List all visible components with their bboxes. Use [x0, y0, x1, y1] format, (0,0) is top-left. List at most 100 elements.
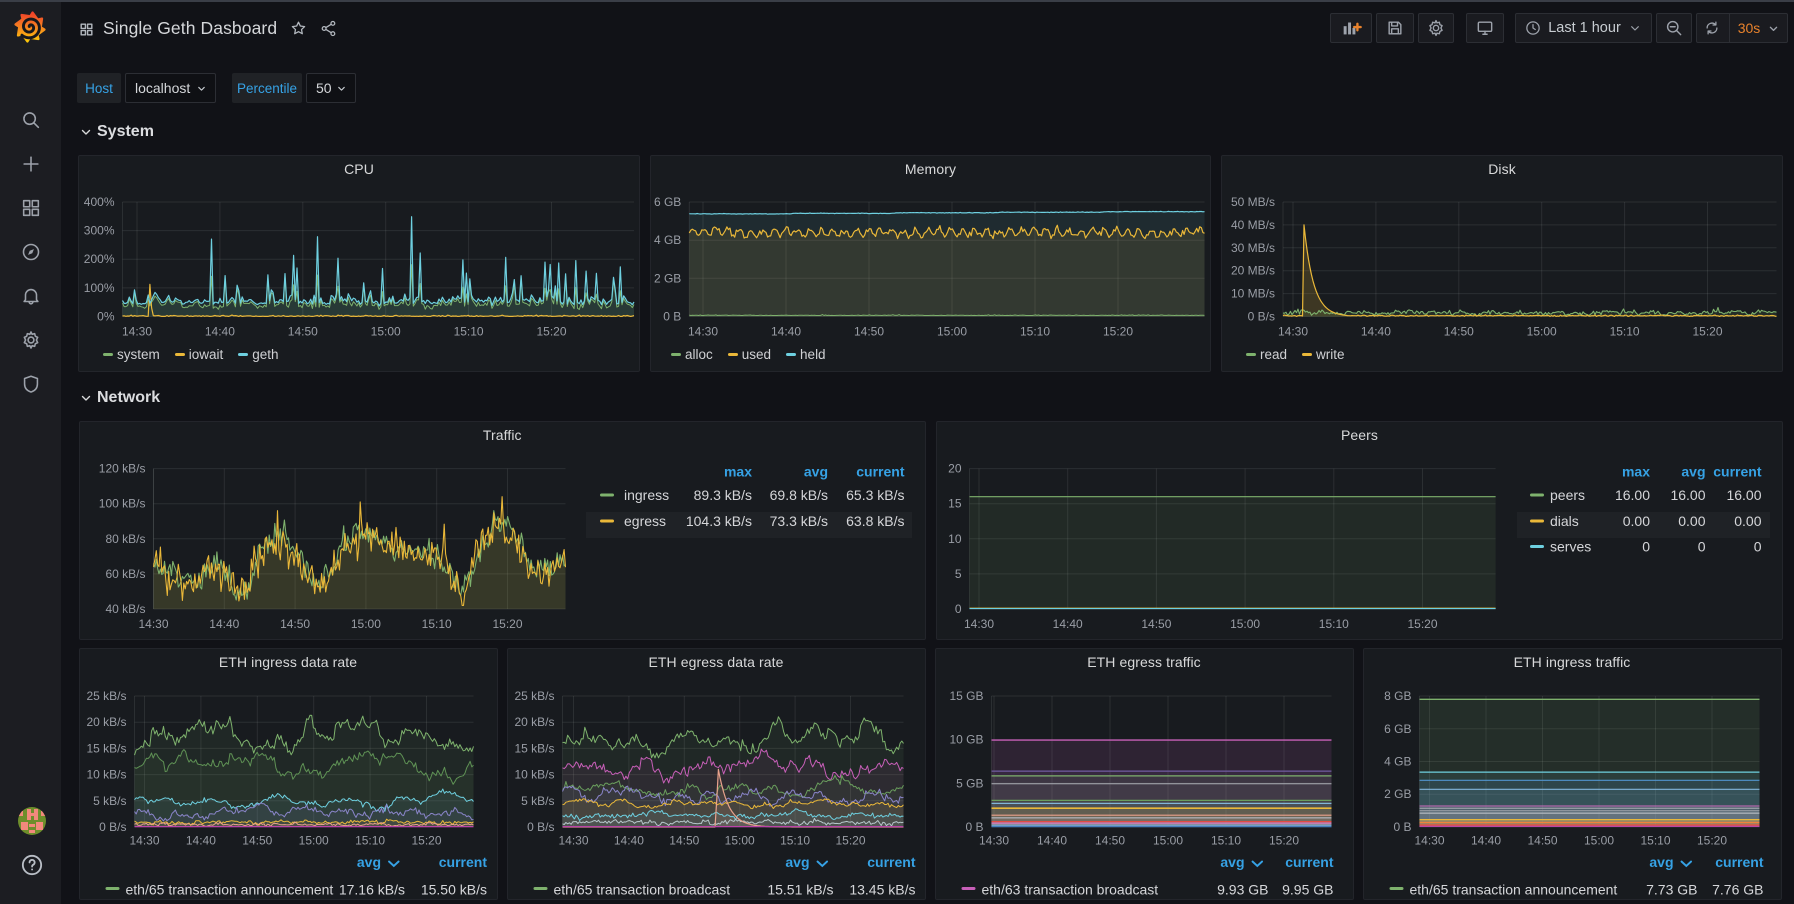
svg-text:14:30: 14:30: [138, 617, 168, 631]
svg-text:15:10: 15:10: [355, 834, 385, 848]
svg-text:300%: 300%: [84, 224, 115, 238]
svg-text:0 B/s: 0 B/s: [99, 820, 126, 834]
svg-text:egress: egress: [624, 513, 666, 529]
svg-text:0.00: 0.00: [1623, 513, 1650, 529]
svg-text:14:40: 14:40: [771, 325, 801, 339]
svg-text:7.73 GB: 7.73 GB: [1646, 882, 1697, 898]
svg-text:9.93 GB: 9.93 GB: [1217, 882, 1268, 898]
svg-text:current: current: [1715, 854, 1764, 870]
svg-text:2 GB: 2 GB: [654, 271, 681, 285]
svg-text:5 GB: 5 GB: [956, 776, 983, 790]
svg-text:14:50: 14:50: [280, 617, 310, 631]
svg-text:15:00: 15:00: [350, 617, 380, 631]
svg-text:100%: 100%: [84, 281, 115, 295]
svg-text:20 kB/s: 20 kB/s: [86, 715, 126, 729]
svg-text:0: 0: [1642, 539, 1650, 555]
svg-text:eth/65 transaction announcemen: eth/65 transaction announcement: [125, 882, 333, 898]
svg-text:14:50: 14:50: [1444, 325, 1474, 339]
svg-text:eth/63 transaction broadcast: eth/63 transaction broadcast: [981, 882, 1158, 898]
svg-text:15:20: 15:20: [536, 325, 566, 339]
svg-text:0.00: 0.00: [1734, 513, 1761, 529]
svg-text:0%: 0%: [97, 310, 115, 324]
svg-text:7.76 GB: 7.76 GB: [1712, 882, 1763, 898]
svg-text:14:30: 14:30: [1414, 834, 1444, 848]
svg-text:15:00: 15:00: [1527, 325, 1557, 339]
svg-text:14:40: 14:40: [205, 325, 235, 339]
svg-text:15:10: 15:10: [780, 834, 810, 848]
svg-text:10 GB: 10 GB: [949, 733, 983, 747]
svg-text:14:30: 14:30: [122, 325, 152, 339]
svg-text:max: max: [1622, 464, 1650, 480]
svg-text:14:40: 14:40: [209, 617, 239, 631]
svg-text:eth/65 transaction broadcast: eth/65 transaction broadcast: [553, 882, 730, 898]
svg-text:15:20: 15:20: [1407, 617, 1437, 631]
svg-text:15.50 kB/s: 15.50 kB/s: [420, 882, 486, 898]
svg-text:current: current: [1713, 464, 1762, 480]
svg-text:14:30: 14:30: [1278, 325, 1308, 339]
svg-text:15:10: 15:10: [421, 617, 451, 631]
svg-text:14:40: 14:40: [1470, 834, 1500, 848]
svg-text:15:00: 15:00: [1583, 834, 1613, 848]
svg-text:15:20: 15:20: [411, 834, 441, 848]
svg-text:0: 0: [1698, 539, 1706, 555]
svg-text:15: 15: [948, 497, 962, 511]
svg-text:30 MB/s: 30 MB/s: [1231, 241, 1275, 255]
svg-text:120 kB/s: 120 kB/s: [98, 462, 145, 476]
svg-text:16.00: 16.00: [1615, 487, 1650, 503]
svg-text:14:30: 14:30: [978, 834, 1008, 848]
svg-text:14:50: 14:50: [1527, 834, 1557, 848]
svg-text:avg: avg: [1220, 854, 1244, 870]
svg-text:10: 10: [948, 532, 962, 546]
svg-text:15:10: 15:10: [1610, 325, 1640, 339]
svg-text:25 kB/s: 25 kB/s: [514, 689, 554, 703]
svg-text:17.16 kB/s: 17.16 kB/s: [338, 882, 404, 898]
svg-text:60 kB/s: 60 kB/s: [105, 567, 145, 581]
svg-text:15:20: 15:20: [1268, 834, 1298, 848]
svg-text:avg: avg: [1649, 854, 1673, 870]
svg-text:104.3 kB/s: 104.3 kB/s: [685, 513, 751, 529]
svg-text:50 MB/s: 50 MB/s: [1231, 195, 1275, 209]
svg-text:current: current: [867, 854, 916, 870]
svg-text:serves: serves: [1550, 539, 1591, 555]
svg-text:15:10: 15:10: [1020, 325, 1050, 339]
svg-text:eth/65 transaction announcemen: eth/65 transaction announcement: [1409, 882, 1617, 898]
svg-text:14:30: 14:30: [129, 834, 159, 848]
svg-text:73.3 kB/s: 73.3 kB/s: [769, 513, 827, 529]
svg-text:65.3 kB/s: 65.3 kB/s: [846, 487, 904, 503]
svg-text:14:50: 14:50: [669, 834, 699, 848]
svg-text:14:50: 14:50: [854, 325, 884, 339]
svg-text:14:50: 14:50: [1141, 617, 1171, 631]
svg-text:400%: 400%: [84, 195, 115, 209]
svg-text:15:20: 15:20: [1692, 325, 1722, 339]
svg-text:0: 0: [1754, 539, 1762, 555]
svg-text:200%: 200%: [84, 252, 115, 266]
svg-text:15 kB/s: 15 kB/s: [86, 741, 126, 755]
svg-text:89.3 kB/s: 89.3 kB/s: [693, 487, 751, 503]
svg-text:15.51 kB/s: 15.51 kB/s: [767, 882, 833, 898]
svg-text:current: current: [856, 464, 905, 480]
svg-text:25 kB/s: 25 kB/s: [86, 689, 126, 703]
svg-text:40 MB/s: 40 MB/s: [1231, 218, 1275, 232]
svg-text:40 kB/s: 40 kB/s: [105, 602, 145, 616]
svg-text:max: max: [723, 464, 751, 480]
svg-text:20: 20: [948, 462, 962, 476]
svg-text:current: current: [1285, 854, 1334, 870]
svg-text:15:00: 15:00: [371, 325, 401, 339]
svg-text:13.45 kB/s: 13.45 kB/s: [849, 882, 915, 898]
svg-text:14:30: 14:30: [558, 834, 588, 848]
svg-text:15:00: 15:00: [1152, 834, 1182, 848]
svg-text:peers: peers: [1550, 487, 1585, 503]
svg-text:100 kB/s: 100 kB/s: [98, 497, 145, 511]
svg-text:15:10: 15:10: [1319, 617, 1349, 631]
svg-text:avg: avg: [785, 854, 809, 870]
svg-text:5 kB/s: 5 kB/s: [521, 794, 554, 808]
svg-text:6 GB: 6 GB: [1384, 722, 1411, 736]
svg-text:15 GB: 15 GB: [949, 689, 983, 703]
svg-text:14:30: 14:30: [964, 617, 994, 631]
svg-text:0 B/s: 0 B/s: [1248, 310, 1275, 324]
svg-text:2 GB: 2 GB: [1384, 787, 1411, 801]
svg-text:14:40: 14:40: [1361, 325, 1391, 339]
svg-text:10 kB/s: 10 kB/s: [514, 768, 554, 782]
svg-text:14:40: 14:40: [1053, 617, 1083, 631]
svg-text:15:10: 15:10: [1640, 834, 1670, 848]
